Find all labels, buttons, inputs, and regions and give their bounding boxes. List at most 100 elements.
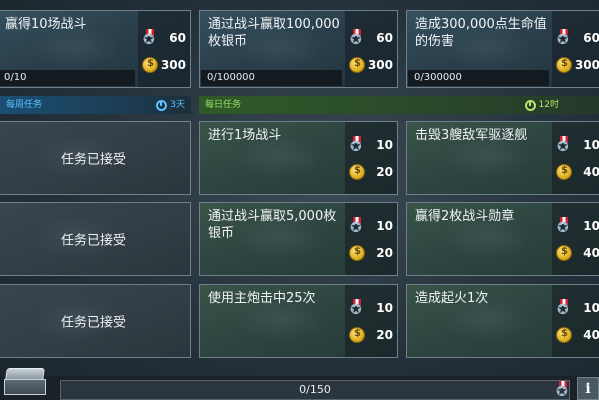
info-button[interactable]: i xyxy=(577,377,599,400)
coin-reward-value: 300 xyxy=(367,58,393,72)
coin-icon xyxy=(556,164,572,180)
medal-icon: ✪ xyxy=(142,29,158,47)
reward-column: ✪ 60 300 xyxy=(138,11,190,87)
coin-reward: 300 xyxy=(349,57,393,73)
task-title: 进行1场战斗 xyxy=(208,128,282,143)
medal-icon: ✪ xyxy=(556,136,572,154)
medal-reward-value: 10 xyxy=(376,219,393,233)
coin-reward-value: 20 xyxy=(376,328,393,342)
accepted-task-card-2: 任务已接受 xyxy=(0,202,191,276)
coin-reward: 300 xyxy=(142,57,186,73)
clock-icon xyxy=(524,99,536,111)
reward-column: ✪ 10 20 xyxy=(345,285,397,357)
reward-chest-icon[interactable] xyxy=(2,366,48,398)
coin-reward: 40 xyxy=(556,327,599,343)
overall-progress-bar: 0/150 xyxy=(60,380,570,400)
task-progress: 0/10 xyxy=(0,70,135,86)
weekly-task-card-2[interactable]: 通过战斗赢取100,000枚银币 0/100000 ✪ 60 300 xyxy=(199,10,398,88)
medal-reward: ✪ 60 xyxy=(142,29,186,47)
reward-column: ✪ 10 20 xyxy=(345,122,397,194)
weekly-tasks-header: 每周任务 3天 xyxy=(0,96,191,114)
coin-reward: 20 xyxy=(349,164,393,180)
coin-reward-value: 40 xyxy=(583,165,599,179)
accepted-task-card-3: 任务已接受 xyxy=(0,284,191,358)
reward-column: ✪ 10 40 xyxy=(552,122,599,194)
weekly-task-card-1[interactable]: 赢得10场战斗 0/10 ✪ 60 300 xyxy=(0,10,191,88)
daily-task-card-4[interactable]: 赢得2枚战斗勋章 ✪ 10 40 xyxy=(406,202,599,276)
daily-timer: 12时 xyxy=(524,96,559,114)
medal-icon: ✪ xyxy=(556,29,572,47)
daily-tasks-header: 每日任务 12时 xyxy=(199,96,599,114)
medal-reward: ✪ 10 xyxy=(349,299,393,317)
medal-reward: ✪ 10 xyxy=(349,217,393,235)
task-accepted-label: 任务已接受 xyxy=(60,152,126,168)
weekly-task-card-3[interactable]: 造成300,000点生命值的伤害 0/300000 ✪ 60 300 xyxy=(406,10,599,88)
coin-icon xyxy=(349,57,365,73)
clock-icon xyxy=(156,99,168,111)
overall-progress-text: 0/150 xyxy=(299,383,331,396)
accepted-task-card-1: 任务已接受 xyxy=(0,121,191,195)
task-title: 使用主炮击中25次 xyxy=(208,291,316,306)
coin-reward: 40 xyxy=(556,245,599,261)
coin-icon xyxy=(349,327,365,343)
reward-column: ✪ 10 20 xyxy=(345,203,397,275)
daily-task-card-3[interactable]: 通过战斗赢取5,000枚银币 ✪ 10 20 xyxy=(199,202,398,276)
task-title: 造成300,000点生命值的伤害 xyxy=(415,17,547,49)
task-title: 击毁3艘敌军驱逐舰 xyxy=(415,128,528,143)
medal-reward-value: 10 xyxy=(583,219,599,233)
coin-icon xyxy=(349,164,365,180)
reward-column: ✪ 10 40 xyxy=(552,285,599,357)
coin-reward: 40 xyxy=(556,164,599,180)
coin-icon xyxy=(349,245,365,261)
coin-reward-value: 300 xyxy=(160,58,186,72)
task-accepted-label: 任务已接受 xyxy=(60,315,126,331)
task-progress: 0/300000 xyxy=(408,70,549,86)
weekly-timer: 3天 xyxy=(156,96,185,114)
task-title: 赢得10场战斗 xyxy=(5,17,87,32)
medal-reward-value: 60 xyxy=(169,31,186,45)
medal-reward: ✪ 10 xyxy=(556,217,599,235)
coin-reward: 300 xyxy=(556,57,599,73)
daily-timer-text: 12时 xyxy=(538,100,559,110)
medal-reward-value: 10 xyxy=(376,138,393,152)
medal-reward-value: 60 xyxy=(376,31,393,45)
medal-icon: ✪ xyxy=(349,217,365,235)
task-title: 赢得2枚战斗勋章 xyxy=(415,209,515,224)
daily-task-card-2[interactable]: 击毁3艘敌军驱逐舰 ✪ 10 40 xyxy=(406,121,599,195)
medal-reward: ✪ 10 xyxy=(556,299,599,317)
coin-reward-value: 20 xyxy=(376,165,393,179)
coin-icon xyxy=(556,57,572,73)
coin-reward-value: 40 xyxy=(583,328,599,342)
coin-reward-value: 300 xyxy=(574,58,599,72)
coin-reward-value: 40 xyxy=(583,246,599,260)
weekly-timer-text: 3天 xyxy=(170,100,185,110)
medal-icon: ✪ xyxy=(556,217,572,235)
medal-reward-value: 10 xyxy=(583,301,599,315)
coin-reward-value: 20 xyxy=(376,246,393,260)
task-title: 造成起火1次 xyxy=(415,291,489,306)
medal-icon: ✪ xyxy=(556,299,572,317)
daily-task-card-5[interactable]: 使用主炮击中25次 ✪ 10 20 xyxy=(199,284,398,358)
weekly-tasks-label: 每周任务 xyxy=(6,100,43,110)
task-title: 通过战斗赢取5,000枚银币 xyxy=(208,209,337,241)
medal-reward: ✪ 10 xyxy=(349,136,393,154)
medal-icon: ✪ xyxy=(555,381,573,399)
task-progress: 0/100000 xyxy=(201,70,342,86)
reward-column: ✪ 60 300 xyxy=(552,11,599,87)
coin-reward: 20 xyxy=(349,245,393,261)
daily-task-card-1[interactable]: 进行1场战斗 ✪ 10 20 xyxy=(199,121,398,195)
task-accepted-label: 任务已接受 xyxy=(60,233,126,249)
medal-reward-value: 60 xyxy=(583,31,599,45)
medal-icon: ✪ xyxy=(349,299,365,317)
reward-column: ✪ 60 300 xyxy=(345,11,397,87)
reward-column: ✪ 10 40 xyxy=(552,203,599,275)
medal-reward-value: 10 xyxy=(376,301,393,315)
coin-icon xyxy=(142,57,158,73)
task-title: 通过战斗赢取100,000枚银币 xyxy=(208,17,340,49)
daily-task-card-6[interactable]: 造成起火1次 ✪ 10 40 xyxy=(406,284,599,358)
medal-reward: ✪ 60 xyxy=(556,29,599,47)
medal-reward: ✪ 60 xyxy=(349,29,393,47)
medal-icon: ✪ xyxy=(349,29,365,47)
coin-reward: 20 xyxy=(349,327,393,343)
daily-tasks-label: 每日任务 xyxy=(205,100,242,110)
